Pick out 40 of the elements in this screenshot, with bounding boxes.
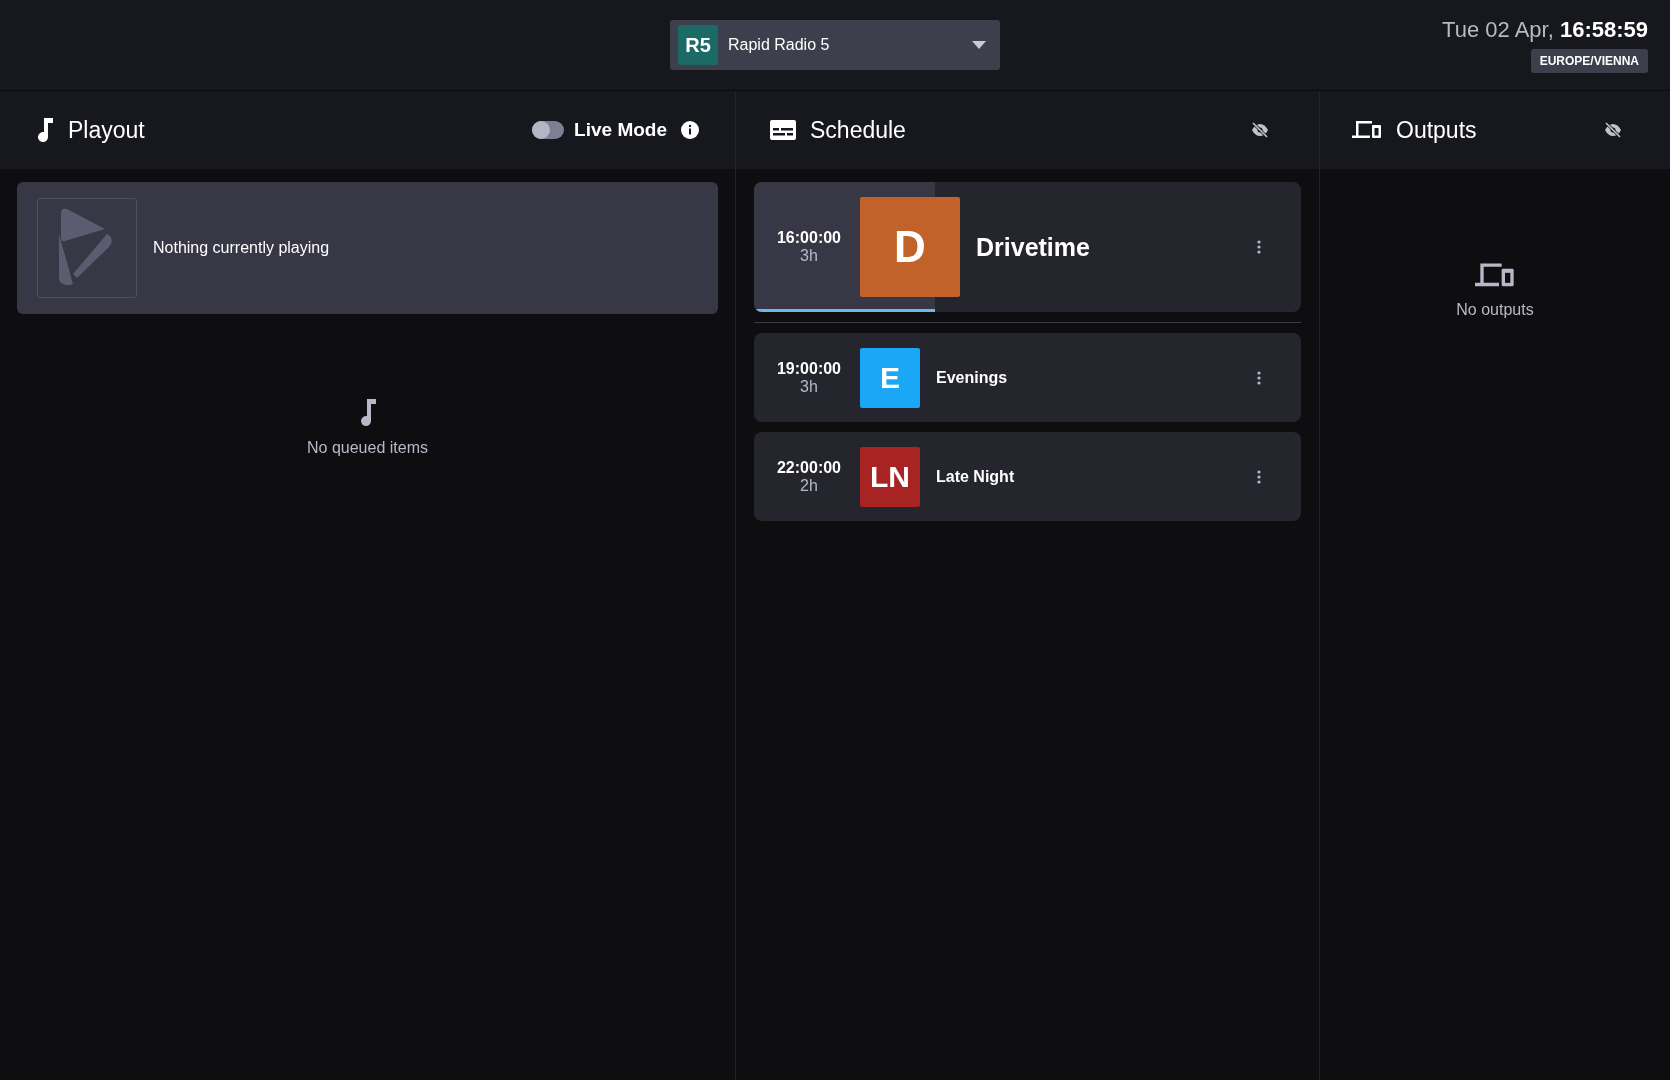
show-name: Evenings: [936, 368, 1009, 387]
start-time: 19:00:00: [776, 359, 841, 378]
schedule-icon: [770, 120, 796, 140]
station-selector[interactable]: R5 Rapid Radio 5: [670, 20, 1000, 70]
empty-outputs-text: No outputs: [1456, 301, 1534, 319]
station-logo: R5: [678, 25, 718, 65]
live-mode-label: Live Mode: [574, 119, 667, 141]
show-name: Drivetime: [976, 232, 1091, 262]
duration: 3h: [800, 247, 818, 265]
duration: 3h: [800, 377, 818, 396]
eye-off-icon[interactable]: [1251, 122, 1269, 138]
caret-icon: [972, 41, 986, 49]
start-time: 16:00:00: [776, 229, 841, 247]
schedule-item[interactable]: 16:00:00 3h D Drivetime: [754, 182, 1301, 312]
empty-queue-text: No queued items: [307, 439, 428, 457]
info-icon[interactable]: [681, 121, 699, 139]
music-note-icon: [36, 118, 54, 142]
devices-icon: [1352, 120, 1382, 140]
eye-off-icon[interactable]: [1604, 122, 1622, 138]
devices-icon: [1475, 262, 1515, 289]
music-note-icon: [358, 399, 377, 427]
panel-title: Schedule: [810, 116, 906, 144]
show-name: Late Night: [936, 467, 1016, 486]
more-options-icon[interactable]: [1257, 469, 1261, 484]
show-logo: E: [860, 347, 920, 408]
more-options-icon[interactable]: [1257, 240, 1261, 254]
show-logo: D: [860, 197, 960, 297]
panel-title: Outputs: [1396, 116, 1477, 144]
schedule-item[interactable]: 22:00:00 2h LN Late Night: [754, 432, 1301, 521]
now-playing-text: Nothing currently playing: [153, 239, 330, 257]
show-logo: LN: [860, 446, 920, 507]
start-time: 22:00:00: [776, 458, 841, 477]
more-options-icon[interactable]: [1257, 370, 1261, 385]
timezone-badge: EUROPE/VIENNA: [1530, 49, 1648, 73]
date-time: Tue 02 Apr, 16:58:59: [1442, 17, 1648, 43]
station-name: Rapid Radio 5: [728, 36, 831, 54]
panel-title: Playout: [68, 116, 145, 144]
duration: 2h: [800, 476, 818, 495]
live-mode-toggle[interactable]: [532, 121, 565, 139]
schedule-item[interactable]: 19:00:00 3h E Evenings: [754, 333, 1301, 422]
